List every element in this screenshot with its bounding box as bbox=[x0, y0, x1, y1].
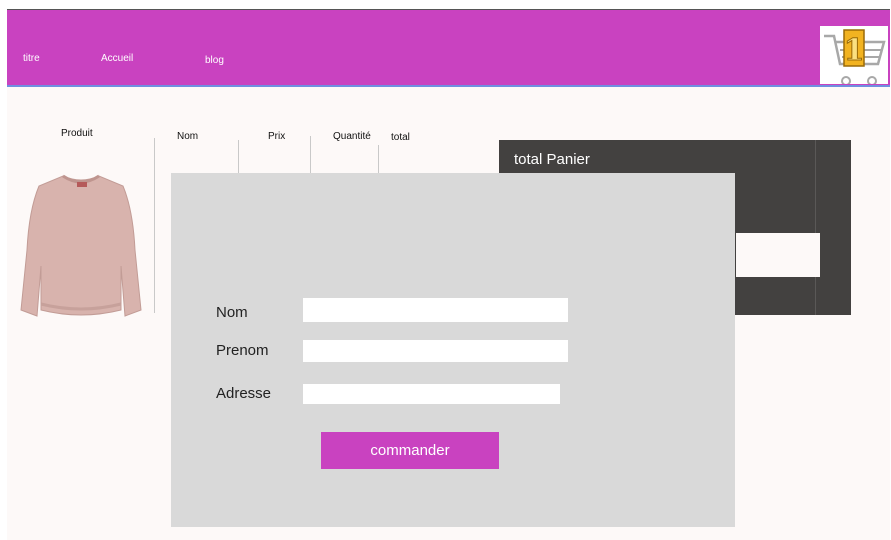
column-divider bbox=[310, 136, 311, 173]
table-head-prix: Prix bbox=[268, 131, 286, 142]
table-head-nom: Nom bbox=[177, 131, 199, 142]
nom-input[interactable] bbox=[303, 298, 568, 322]
nav-blog[interactable]: blog bbox=[205, 55, 224, 66]
nav-accueil[interactable]: Accueil bbox=[101, 53, 133, 64]
cart-badge: 1 bbox=[844, 33, 865, 68]
adresse-label: Adresse bbox=[216, 385, 272, 402]
table-head-quantite: Quantité bbox=[333, 131, 371, 142]
column-divider bbox=[154, 138, 155, 313]
shopping-cart-icon: 1 bbox=[824, 29, 886, 86]
panel-divider bbox=[815, 140, 816, 315]
total-panier-value-box bbox=[736, 233, 820, 277]
column-divider bbox=[378, 145, 379, 173]
prenom-label: Prenom bbox=[216, 342, 269, 359]
table-head-produit: Produit bbox=[61, 128, 93, 139]
column-divider bbox=[238, 140, 239, 173]
sweater-image bbox=[20, 174, 142, 317]
nav-titre[interactable]: titre bbox=[23, 53, 40, 64]
adresse-input[interactable] bbox=[303, 384, 560, 404]
prenom-input[interactable] bbox=[303, 340, 568, 362]
cart-button[interactable]: 1 bbox=[820, 26, 888, 86]
nom-label: Nom bbox=[216, 304, 248, 321]
top-navbar bbox=[7, 9, 890, 87]
table-head-total: total bbox=[391, 132, 410, 143]
commander-button[interactable]: commander bbox=[321, 432, 499, 469]
total-panier-title: total Panier bbox=[514, 151, 590, 168]
